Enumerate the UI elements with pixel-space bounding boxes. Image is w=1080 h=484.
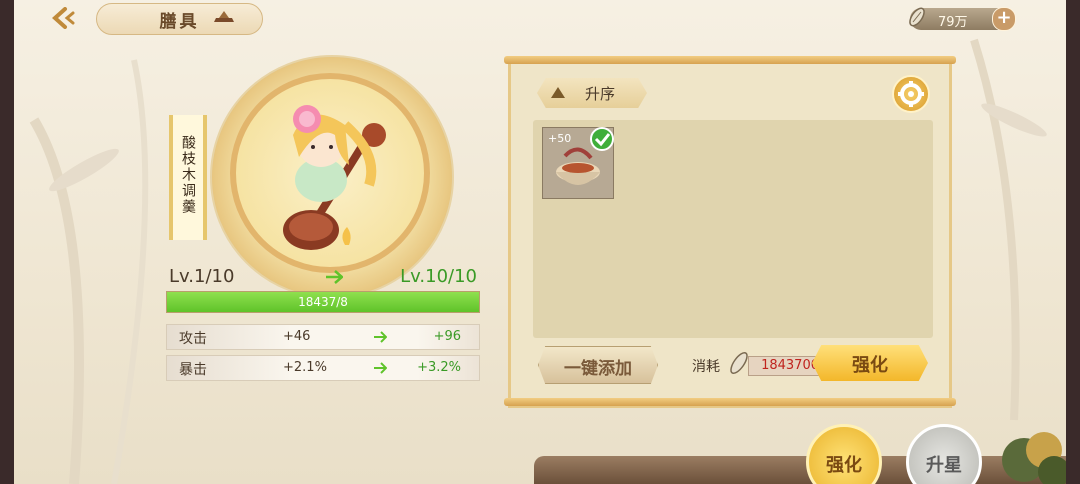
xp-text: 18437/8 — [298, 295, 348, 309]
settings-button[interactable] — [892, 75, 930, 113]
panel-top-rail — [504, 56, 956, 64]
xp-progress-bar: 18437/8 — [166, 291, 480, 313]
selected-check — [590, 127, 614, 151]
utensil-character-image — [283, 105, 386, 250]
utensil-name: 酸枝木调羹 — [180, 135, 196, 215]
item-badge: +50 — [548, 132, 572, 145]
back-button[interactable] — [44, 4, 84, 32]
stat-name: 攻击 — [179, 331, 207, 347]
sort-label: 升序 — [585, 85, 616, 103]
add-currency-button[interactable]: + — [992, 7, 1016, 31]
gear-icon — [898, 81, 924, 107]
cost-label: 消耗 — [692, 359, 720, 375]
sort-button[interactable]: 升序 — [537, 78, 647, 108]
enhance-button[interactable]: 强化 — [812, 345, 928, 381]
stat-row-attack: 攻击 +46 +96 — [166, 324, 480, 350]
one-key-add-button[interactable]: 一键添加 — [538, 346, 658, 384]
stat-name: 暴击 — [179, 362, 207, 378]
stat-next: +3.2% — [417, 360, 461, 375]
currency-amount: 79万 — [938, 15, 968, 30]
panel-bottom-rail — [504, 398, 956, 406]
tab-star-up[interactable]: 升星 — [906, 424, 982, 484]
arrow-right-icon — [326, 270, 343, 284]
back-arrow-icon — [52, 7, 75, 29]
plus-icon: + — [996, 7, 1012, 28]
currency-display: 79万 + — [909, 7, 1016, 31]
stat-current: +2.1% — [283, 360, 327, 375]
tab-enhance[interactable]: 强化 — [806, 424, 882, 484]
stat-next: +96 — [433, 329, 461, 344]
level-current: Lv.1/10 — [169, 266, 235, 287]
arrow-right-icon — [374, 362, 387, 374]
arrow-right-icon — [374, 331, 387, 343]
sort-up-icon — [551, 87, 565, 98]
material-item[interactable]: +50 — [542, 127, 614, 199]
utensil-screen: 膳具 79万 + 酸枝木调羹 Lv.1/10 Lv.10/10 18437/8 … — [14, 0, 1066, 484]
hat-icon — [214, 11, 234, 22]
bottom-tab-rail — [534, 456, 1066, 484]
level-row: Lv.1/10 Lv.10/10 — [167, 266, 477, 290]
top-bar: 膳具 79万 + — [14, 0, 1066, 38]
level-max: Lv.10/10 — [400, 266, 477, 287]
stat-current: +46 — [283, 329, 311, 344]
stat-row-crit: 暴击 +2.1% +3.2% — [166, 355, 480, 381]
utensil-name-scroll: 酸枝木调羹 — [169, 115, 207, 240]
coin-icon — [909, 7, 925, 27]
check-icon — [594, 133, 611, 147]
page-title: 膳具 — [96, 3, 263, 35]
cost-value: 1843700 — [748, 356, 824, 376]
